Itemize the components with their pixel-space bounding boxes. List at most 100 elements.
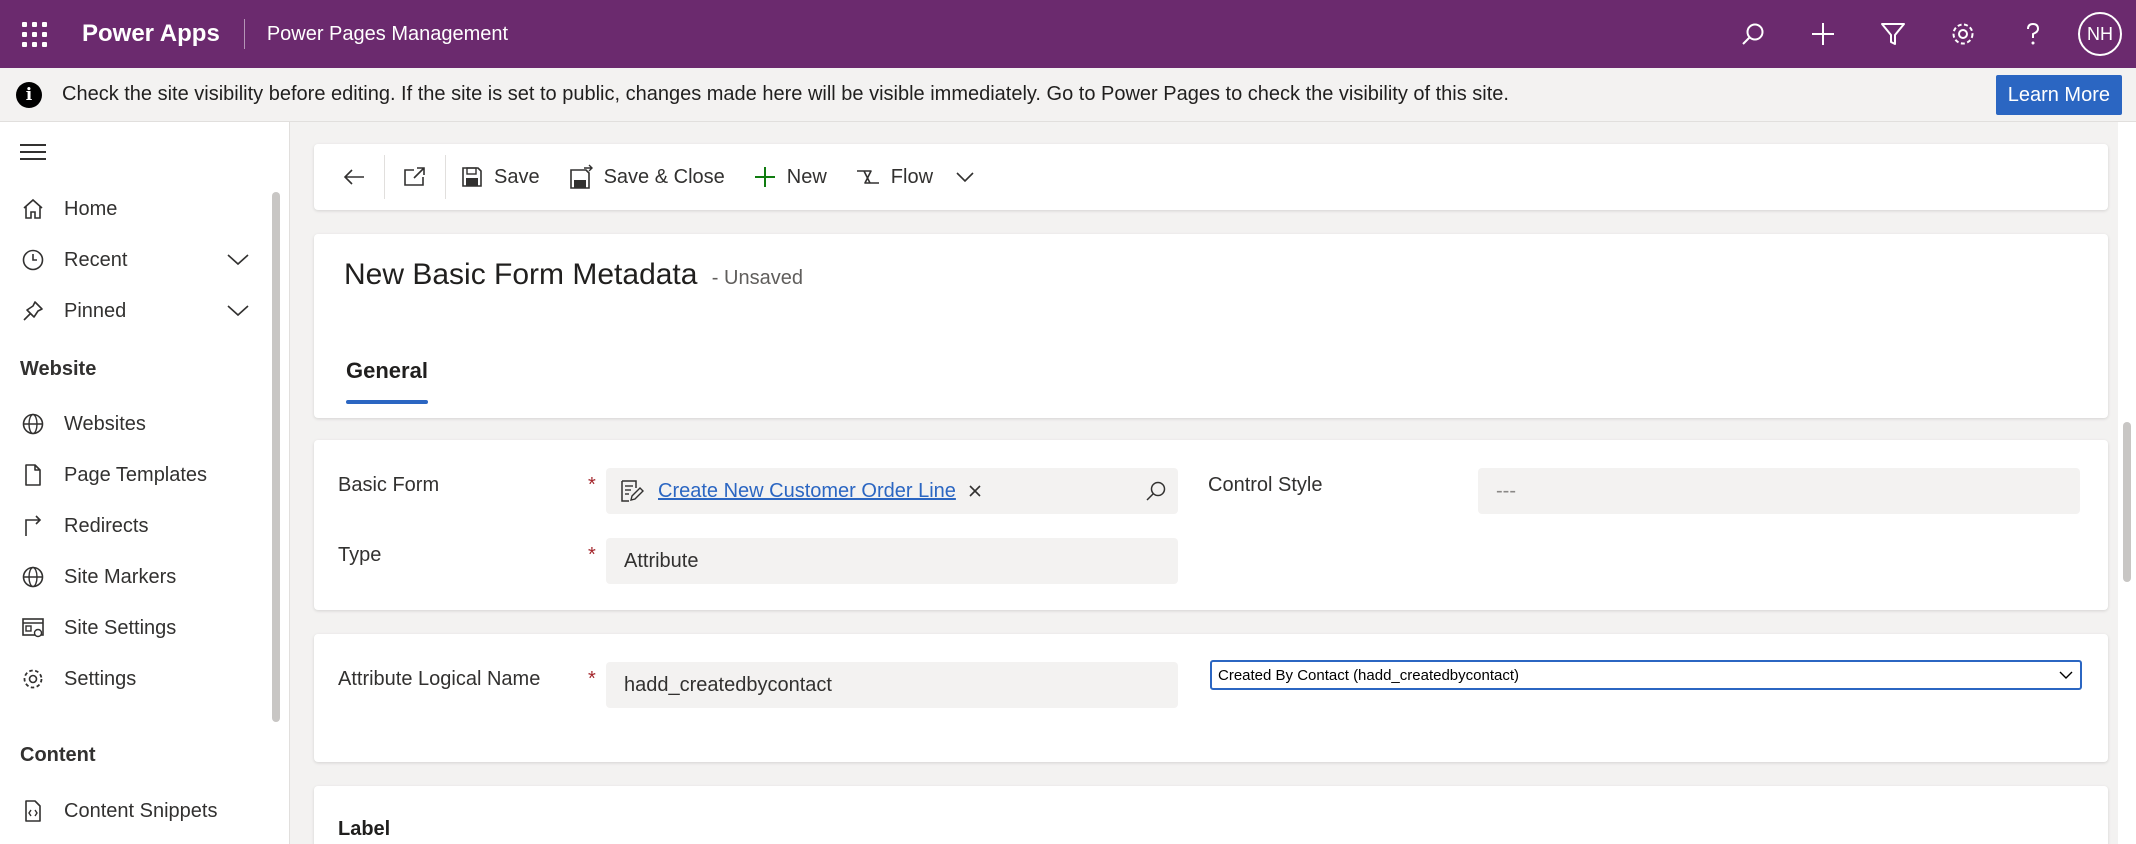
sidebar-item-page-templates[interactable]: Page Templates xyxy=(0,450,270,500)
form-title: New Basic Form Metadata - Unsaved xyxy=(344,258,803,292)
sidebar-item-websites[interactable]: Websites xyxy=(0,399,270,449)
app-name[interactable]: Power Apps xyxy=(82,20,220,48)
home-icon xyxy=(20,196,46,222)
save-button[interactable]: Save xyxy=(446,144,554,210)
back-arrow-icon xyxy=(343,169,364,185)
control-style-label: Control Style xyxy=(1208,474,1323,496)
snippet-icon xyxy=(20,798,46,824)
plus-icon xyxy=(753,165,777,189)
sidebar-item-label: Redirects xyxy=(64,514,149,537)
form-header: New Basic Form Metadata - Unsaved Genera… xyxy=(314,234,2108,418)
sidebar-item-label: Site Settings xyxy=(64,616,177,639)
gear-icon xyxy=(20,666,46,692)
chevron-down-icon xyxy=(2058,668,2074,682)
sidebar-item-label: Websites xyxy=(64,412,146,435)
filter-button[interactable] xyxy=(1858,0,1928,68)
divider xyxy=(243,19,245,49)
sidebar-item-label: Page Templates xyxy=(64,463,208,486)
main-content: Save Save & Close New Flow New Basic For… xyxy=(290,122,2136,844)
attribute-select-value: Created By Contact (hadd_createdbycontac… xyxy=(1218,666,1520,684)
type-label: Type xyxy=(338,544,382,566)
save-label: Save xyxy=(494,165,540,188)
help-button[interactable] xyxy=(1998,0,2068,68)
notification-text: Check the site visibility before editing… xyxy=(62,83,1509,105)
sidebar-item-label: Pinned xyxy=(64,299,127,322)
save-close-icon xyxy=(568,164,594,190)
attribute-logical-name-label: Attribute Logical Name xyxy=(338,668,541,690)
search-icon[interactable] xyxy=(1144,479,1168,503)
sidebar-item-home[interactable]: Home xyxy=(0,184,270,234)
required-marker: * xyxy=(588,474,596,496)
settings-button[interactable] xyxy=(1928,0,1998,68)
chevron-down-icon[interactable] xyxy=(955,167,975,187)
scrollbar-thumb[interactable] xyxy=(2123,422,2131,582)
save-close-label: Save & Close xyxy=(603,165,725,188)
app-launcher-button[interactable] xyxy=(0,0,68,68)
site-settings-icon xyxy=(20,615,46,641)
sidebar-item-label: Site Markers xyxy=(64,565,177,588)
notification-bar: i Check the site visibility before editi… xyxy=(0,68,2136,122)
sidebar-item-redirects[interactable]: Redirects xyxy=(0,501,270,551)
required-marker: * xyxy=(588,544,596,566)
sidebar-item-recent[interactable]: Recent xyxy=(0,235,270,285)
filter-icon xyxy=(1881,23,1905,45)
clock-icon xyxy=(20,247,46,273)
sidebar-item-label: Home xyxy=(64,197,118,220)
attribute-logical-name-field[interactable]: hadd_createdbycontact xyxy=(606,662,1178,708)
new-label: New xyxy=(786,165,827,188)
chevron-down-icon[interactable] xyxy=(226,247,250,277)
tab-general[interactable]: General xyxy=(346,358,428,384)
form-status: - Unsaved xyxy=(711,267,803,289)
sidebar-item-site-settings[interactable]: Site Settings xyxy=(0,603,270,653)
basic-form-lookup[interactable]: Create New Customer Order Line xyxy=(606,468,1178,514)
remove-icon[interactable] xyxy=(968,484,982,498)
info-icon: i xyxy=(16,81,42,108)
popout-icon xyxy=(404,167,425,186)
form-record-icon xyxy=(618,478,644,504)
sidebar-item-label: Settings xyxy=(64,667,137,690)
basic-form-link[interactable]: Create New Customer Order Line xyxy=(658,480,956,503)
question-icon xyxy=(2027,22,2040,45)
required-marker: * xyxy=(588,668,596,690)
basic-form-label: Basic Form xyxy=(338,474,440,496)
sidebar: Home Recent Pinned Website Websites Page… xyxy=(0,122,290,844)
waffle-icon xyxy=(21,21,47,47)
document-icon xyxy=(20,462,46,488)
flow-icon xyxy=(855,165,881,189)
form-section-attribute: Attribute Logical Name * hadd_createdbyc… xyxy=(314,634,2108,762)
command-bar: Save Save & Close New Flow xyxy=(314,144,2108,210)
sidebar-item-pinned[interactable]: Pinned xyxy=(0,286,270,336)
label-section-heading: Label xyxy=(338,818,391,840)
app-subtitle[interactable]: Power Pages Management xyxy=(267,23,508,46)
pin-icon xyxy=(20,298,46,324)
sidebar-item-label: Content Snippets xyxy=(64,799,218,822)
search-icon xyxy=(1742,23,1764,45)
flow-button[interactable]: Flow xyxy=(841,144,989,210)
section-heading-website: Website xyxy=(20,358,97,380)
sidebar-item-label: Recent xyxy=(64,248,128,271)
back-button[interactable] xyxy=(314,144,384,210)
hamburger-icon[interactable] xyxy=(20,144,46,165)
form-title-text: New Basic Form Metadata xyxy=(344,258,698,291)
user-avatar[interactable]: NH xyxy=(2078,12,2122,56)
control-style-field[interactable]: --- xyxy=(1478,468,2080,514)
sidebar-item-settings[interactable]: Settings xyxy=(0,654,270,704)
attribute-select[interactable]: Created By Contact (hadd_createdbycontac… xyxy=(1210,660,2082,690)
learn-more-button[interactable]: Learn More xyxy=(1995,75,2122,115)
open-in-new-window-button[interactable] xyxy=(385,144,445,210)
save-and-close-button[interactable]: Save & Close xyxy=(554,144,739,210)
globe-icon xyxy=(20,411,46,437)
main-scrollbar[interactable] xyxy=(2118,122,2136,844)
new-record-button[interactable]: New xyxy=(739,144,841,210)
new-button[interactable] xyxy=(1788,0,1858,68)
type-field[interactable]: Attribute xyxy=(606,538,1178,584)
redirect-icon xyxy=(20,513,46,539)
sidebar-item-site-markers[interactable]: Site Markers xyxy=(0,552,270,602)
search-button[interactable] xyxy=(1718,0,1788,68)
chevron-down-icon[interactable] xyxy=(226,298,250,328)
section-heading-content: Content xyxy=(20,744,96,766)
form-section-label: Label xyxy=(314,786,2108,844)
sidebar-item-content-snippets[interactable]: Content Snippets xyxy=(0,786,270,836)
sidebar-scrollbar[interactable] xyxy=(272,192,280,722)
form-section-basic: Basic Form * Create New Customer Order L… xyxy=(314,440,2108,610)
